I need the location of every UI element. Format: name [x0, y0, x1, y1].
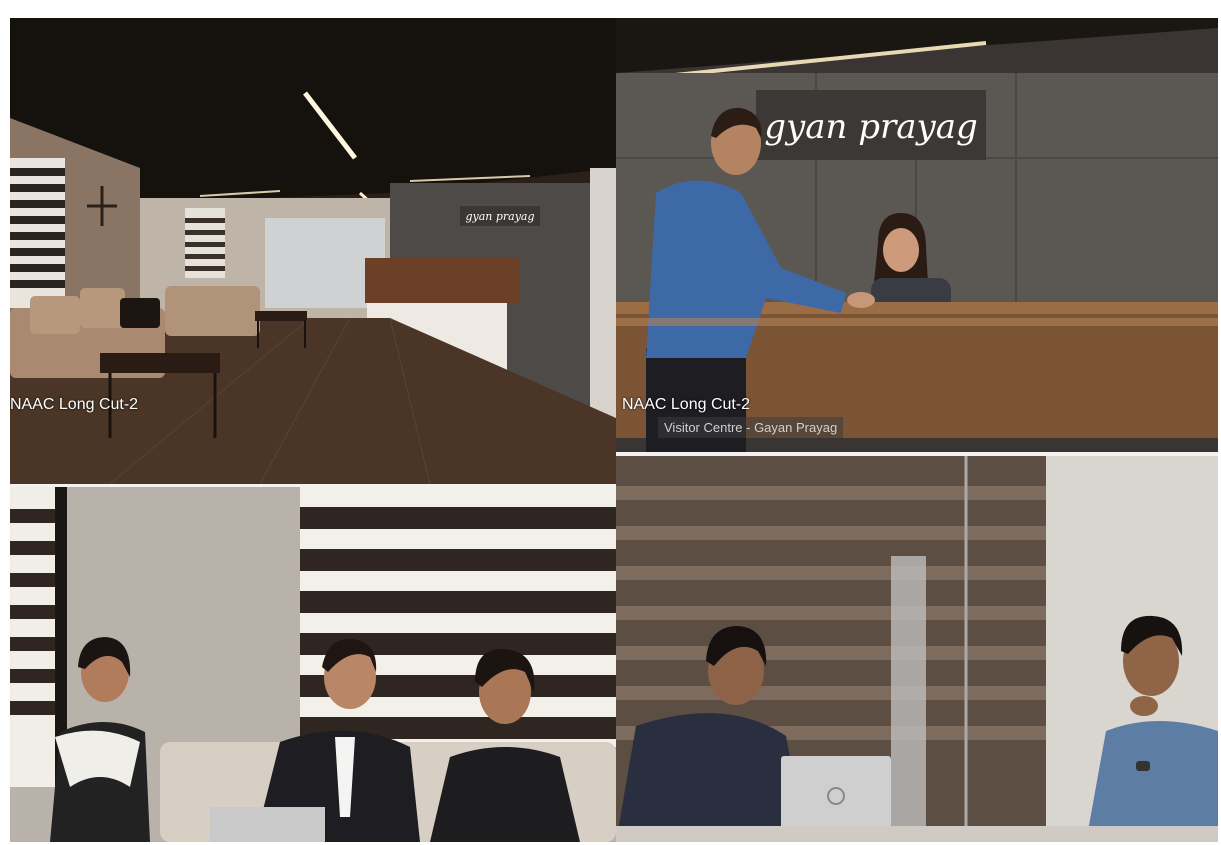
panel-reception[interactable]: gyan prayag Visitor Centre - Gayan Praya…	[616, 18, 1218, 452]
window-blinds	[10, 158, 65, 308]
lobby-caption: NAAC Long Cut-2	[10, 396, 139, 413]
reception-caption: NAAC Long Cut-2	[622, 396, 751, 413]
reception-scene: gyan prayag	[616, 18, 1218, 452]
panel-meeting[interactable]	[10, 487, 616, 842]
video-mosaic: gyan prayag NAAC Long Cut-2 gyan prayag …	[10, 18, 1218, 842]
panel-office[interactable]	[616, 456, 1218, 842]
reception-sign: gyan prayag	[764, 107, 977, 147]
reception-subcaption: Visitor Centre - Gayan Prayag	[658, 417, 844, 438]
panel-lobby[interactable]: gyan prayag NAAC Long Cut-2	[10, 18, 616, 484]
screenshot-frame: gyan prayag NAAC Long Cut-2 gyan prayag …	[0, 0, 1221, 845]
lobby-sign: gyan prayag	[465, 210, 534, 223]
meeting-scene	[10, 487, 616, 842]
lobby-scene: gyan prayag	[10, 18, 616, 484]
office-scene	[616, 456, 1218, 842]
